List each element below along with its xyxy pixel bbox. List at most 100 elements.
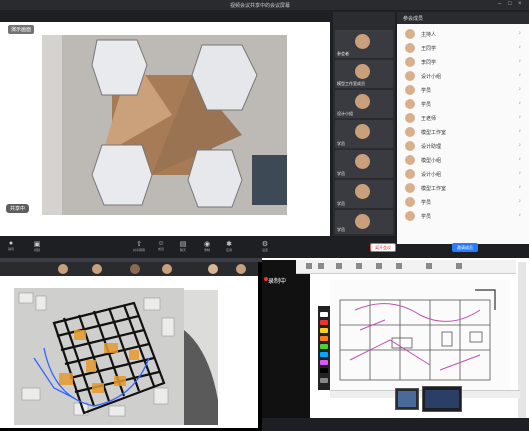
mic-icon: ♪	[518, 156, 522, 162]
avatar[interactable]	[130, 264, 140, 274]
minimize-icon[interactable]: –	[498, 1, 501, 7]
secondary-taskbar	[262, 418, 529, 431]
chat-icon[interactable]: ▤ 聊天	[176, 240, 190, 252]
list-item[interactable]: 学员 ♪	[401, 210, 525, 223]
list-item[interactable]: 学员 ♪	[401, 196, 525, 209]
mic-icon: ♪	[518, 86, 522, 92]
participant-name: 模型工作室	[421, 130, 447, 136]
meeting-toolbar: ● 静音 ▣ 视频 ⇧ 共享屏幕 ☺ 成员 ▤ 聊天 ◉ 录制 ✱ 应用 ⚙ 设置	[0, 236, 330, 258]
share-icon[interactable]: ⇧ 共享屏幕	[132, 240, 146, 252]
floor-plan-drawing	[330, 280, 510, 390]
avatar[interactable]	[236, 264, 246, 274]
pen-purple[interactable]	[320, 360, 328, 365]
pen-orange[interactable]	[320, 336, 328, 341]
mini-video-strip	[0, 262, 258, 276]
avatar	[355, 94, 370, 109]
recording-panel	[262, 260, 310, 431]
eraser-icon[interactable]	[320, 378, 328, 383]
participant-name: 模型小组	[421, 158, 442, 164]
members-icon[interactable]: ☺ 成员	[154, 240, 168, 251]
share-status: 共享中	[6, 204, 30, 213]
mic-icon: ♪	[518, 30, 522, 36]
toolbar-label: 视频	[33, 248, 40, 252]
record-icon[interactable]: ◉ 录制	[200, 240, 214, 252]
avatar	[405, 43, 415, 53]
avatar	[355, 154, 370, 169]
camera-icon[interactable]: ▣ 视频	[30, 240, 44, 252]
list-item[interactable]: 李同学 ♪	[401, 56, 525, 69]
video-tile[interactable]: 参会者	[335, 30, 393, 58]
participant-name: 主持人	[421, 32, 437, 38]
participant-name: 王老师	[421, 116, 437, 122]
preview-image	[425, 390, 459, 408]
tile-name: 模型工作室成员	[337, 81, 365, 86]
list-item[interactable]: 王老师 ♪	[401, 112, 525, 125]
mic-icon: ♪	[518, 142, 522, 148]
video-thumbnail-popup[interactable]	[395, 388, 419, 410]
avatar[interactable]	[208, 264, 218, 274]
cad-ribbon	[296, 260, 516, 274]
list-item[interactable]: 模型工作室 ♪	[401, 182, 525, 195]
title-bar: 视频会议共享中的会议屏幕 – □ ×	[0, 0, 529, 10]
maximize-icon[interactable]: □	[508, 1, 512, 7]
mic-icon: ♪	[518, 44, 522, 50]
apps-icon[interactable]: ✱ 应用	[222, 240, 236, 252]
settings-icon[interactable]: ⚙ 设置	[258, 240, 272, 252]
mic-icon[interactable]: ● 静音	[4, 240, 18, 251]
leave-meeting-button[interactable]: 离开会议	[370, 243, 396, 252]
video-tile[interactable]: 设计小组	[335, 90, 393, 118]
participant-name: 学员	[421, 88, 432, 94]
participant-name: 王同学	[421, 46, 437, 52]
video-tile[interactable]: 学员	[335, 210, 393, 234]
avatar	[405, 85, 415, 95]
list-item[interactable]: 设计小组 ♪	[401, 168, 525, 181]
toolbar-label: 静音	[7, 247, 14, 251]
participant-name: 李同学	[421, 60, 437, 66]
video-tile[interactable]: 学员	[335, 120, 393, 148]
avatar	[405, 141, 415, 151]
participant-name: 学员	[421, 200, 432, 206]
mic-icon: ♪	[518, 114, 522, 120]
toolbar-label: 共享屏幕	[132, 248, 145, 252]
participants-header: 参会成员	[397, 12, 529, 24]
invite-button[interactable]: 邀请成员	[452, 243, 478, 252]
recording-label: 录制中	[268, 279, 287, 285]
video-tile[interactable]: 学员	[335, 150, 393, 178]
site-model-image	[14, 288, 184, 425]
list-item[interactable]: 主持人 ♪	[401, 28, 525, 41]
video-tiles: 参会者 模型工作室成员 设计小组 学员 学员 学员 学员	[333, 12, 395, 236]
toolbar-label: 设置	[261, 248, 268, 252]
list-item[interactable]: 设计助理 ♪	[401, 140, 525, 153]
pen-yellow[interactable]	[320, 328, 328, 333]
video-tile[interactable]: 模型工作室成员	[335, 60, 393, 88]
avatar[interactable]	[58, 264, 68, 274]
video-preview-popup[interactable]	[422, 386, 462, 412]
list-item[interactable]: 学员 ♪	[401, 98, 525, 111]
close-icon[interactable]: ×	[518, 1, 522, 7]
toolbar-label: 成员	[157, 247, 164, 251]
tile-name: 学员	[337, 201, 345, 206]
avatar	[405, 57, 415, 67]
pen-white[interactable]	[320, 312, 328, 317]
avatar	[405, 169, 415, 179]
video-tile[interactable]: 学员	[335, 180, 393, 208]
side-photo-image	[184, 290, 218, 425]
pen-blue[interactable]	[320, 352, 328, 357]
vertical-scrollbar[interactable]	[518, 262, 526, 427]
list-item[interactable]: 学员 ♪	[401, 84, 525, 97]
list-item[interactable]: 王同学 ♪	[401, 42, 525, 55]
camera-view	[42, 35, 287, 215]
avatar[interactable]	[92, 264, 102, 274]
list-item[interactable]: 模型工作室 ♪	[401, 126, 525, 139]
list-item[interactable]: 设计小组 ♪	[401, 70, 525, 83]
avatar	[405, 71, 415, 81]
tile-name: 参会者	[337, 51, 349, 56]
avatar[interactable]	[162, 264, 172, 274]
list-item[interactable]: 模型小组 ♪	[401, 154, 525, 167]
avatar	[405, 155, 415, 165]
pen-black[interactable]	[320, 368, 328, 373]
camera-image	[42, 35, 287, 215]
pen-green[interactable]	[320, 344, 328, 349]
pen-red[interactable]	[320, 320, 328, 325]
ribbon-icons	[306, 263, 462, 269]
